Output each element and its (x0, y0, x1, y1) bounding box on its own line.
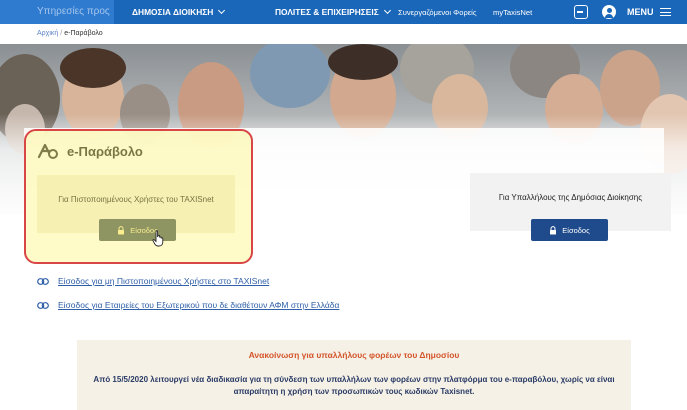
hand-cursor-icon (152, 230, 164, 247)
nav-citizens-businesses-label: ΠΟΛΙΤΕΣ & ΕΠΙΧΕΙΡΗΣΕΙΣ (275, 7, 379, 17)
foreign-companies-link-label: Είσοδος για Εταιρείες του Εξωτερικού που… (58, 300, 340, 310)
link-icon (37, 301, 49, 309)
chevron-down-icon (218, 6, 226, 15)
breadcrumb-home[interactable]: Αρχική (37, 30, 58, 37)
announcement-title: Ανακοίνωση για υπαλλήλους φορέων του Δημ… (248, 350, 460, 360)
announcement-body: Από 15/5/2020 λειτουργεί νέα διαδικασία … (93, 375, 615, 396)
nav-public-administration-label: ΔΗΜΟΣΙΑ ΔΙΟΙΚΗΣΗ (132, 7, 214, 17)
nav-public-administration[interactable]: ΔΗΜΟΣΙΑ ΔΙΟΙΚΗΣΗ (132, 6, 226, 17)
link-icon (37, 277, 49, 285)
services-for-label: Υπηρεσίες προς (0, 0, 114, 24)
user-account-icon[interactable] (602, 5, 616, 19)
chevron-down-icon (383, 6, 391, 15)
nav-citizens-businesses[interactable]: ΠΟΛΙΤΕΣ & ΕΠΙΧΕΙΡΗΣΕΙΣ (275, 6, 391, 17)
mytaxisnet-link[interactable]: myTaxisNet (493, 8, 532, 17)
announcement-box: Ανακοίνωση για υπαλλήλους φορέων του Δημ… (77, 340, 631, 410)
non-certified-users-link-label: Είσοδος για μη Πιστοποιημένους Χρήστες σ… (58, 276, 270, 286)
user-panel-icon[interactable] (574, 5, 588, 19)
foreign-companies-link[interactable]: Είσοδος για Εταιρείες του Εξωτερικού που… (37, 300, 339, 310)
menu-icon (659, 8, 671, 16)
lock-icon (550, 225, 557, 234)
breadcrumb: Αρχική / e-Παράβολο (37, 30, 103, 37)
non-certified-users-link[interactable]: Είσοδος για μη Πιστοποιημένους Χρήστες σ… (37, 276, 269, 286)
highlight-annotation (24, 129, 253, 264)
public-employees-label: Για Υπαλλήλους της Δημόσιας Διοίκησης (498, 193, 643, 202)
partner-organizations-link[interactable]: Συνεργαζόμενοι Φορείς (398, 8, 477, 17)
breadcrumb-separator: / (60, 30, 63, 37)
top-navigation-bar: Υπηρεσίες προς ΔΗΜΟΣΙΑ ΔΙΟΙΚΗΣΗ ΠΟΛΙΤΕΣ … (0, 0, 687, 24)
public-employees-login-button[interactable]: Είσοδος (531, 219, 608, 241)
menu-label: MENU (627, 7, 654, 17)
public-employees-login-label: Είσοδος (562, 225, 590, 235)
menu-button[interactable]: MENU (627, 0, 671, 24)
breadcrumb-current: e-Παράβολο (64, 30, 103, 37)
